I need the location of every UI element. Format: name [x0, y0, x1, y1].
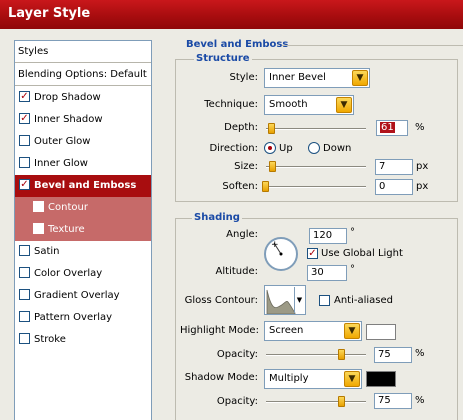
- style-label: Style:: [229, 72, 259, 83]
- style-item-color-overlay[interactable]: Color Overlay: [15, 263, 151, 285]
- satin-checkbox[interactable]: [19, 244, 30, 256]
- bevel-rule: [282, 45, 463, 46]
- size-slider-thumb[interactable]: [269, 161, 276, 172]
- style-select[interactable]: Inner Bevel ▼: [264, 68, 370, 88]
- altitude-unit: °: [350, 264, 355, 275]
- soften-label: Soften:: [222, 181, 258, 192]
- style-item-stroke[interactable]: Stroke: [15, 329, 151, 351]
- outer-glow-checkbox[interactable]: [19, 134, 30, 146]
- style-item-satin[interactable]: Satin: [15, 241, 151, 263]
- highlight-opacity-label: Opacity:: [216, 349, 258, 360]
- direction-label: Direction:: [209, 143, 258, 154]
- svg-text:+: +: [271, 240, 279, 250]
- shadow-opacity-unit: %: [415, 395, 425, 406]
- chevron-down-icon: ▼: [294, 287, 304, 313]
- gloss-contour-label: Gloss Contour:: [184, 295, 258, 306]
- size-label: Size:: [234, 161, 258, 172]
- direction-down-label: Down: [323, 143, 352, 154]
- styles-header[interactable]: Styles: [15, 41, 151, 63]
- depth-slider-thumb[interactable]: [268, 123, 275, 134]
- style-item-outer-glow[interactable]: Outer Glow: [15, 131, 151, 153]
- anti-aliased-checkbox[interactable]: [319, 295, 330, 306]
- soften-input[interactable]: 0: [375, 179, 413, 195]
- chevron-down-icon: ▼: [336, 97, 352, 113]
- direction-up-radio[interactable]: [264, 142, 276, 154]
- style-item-pattern-overlay[interactable]: Pattern Overlay: [15, 307, 151, 329]
- style-item-gradient-overlay[interactable]: Gradient Overlay: [15, 285, 151, 307]
- shadow-mode-select[interactable]: Multiply ▼: [264, 369, 362, 389]
- altitude-label: Altitude:: [215, 266, 258, 277]
- highlight-opacity-track[interactable]: [266, 354, 366, 356]
- depth-unit: %: [415, 122, 425, 133]
- angle-input[interactable]: 120: [309, 228, 347, 244]
- direction-up-label: Up: [279, 143, 293, 154]
- technique-label: Technique:: [204, 99, 258, 110]
- style-item-contour[interactable]: Contour: [15, 197, 151, 219]
- anti-aliased-label: Anti-aliased: [334, 295, 394, 306]
- highlight-opacity-unit: %: [415, 348, 425, 359]
- inner-shadow-checkbox[interactable]: ✓: [19, 112, 30, 124]
- style-item-drop-shadow[interactable]: ✓ Drop Shadow: [15, 87, 151, 109]
- chevron-down-icon: ▼: [352, 70, 368, 86]
- bevel-emboss-title: Bevel and Emboss: [186, 39, 289, 50]
- texture-checkbox[interactable]: [33, 222, 44, 234]
- use-global-light-checkbox[interactable]: ✓: [307, 248, 318, 259]
- gloss-contour-picker[interactable]: ▼: [264, 285, 306, 315]
- dialog-title: Layer Style: [0, 0, 463, 29]
- use-global-light-label: Use Global Light: [321, 248, 403, 259]
- drop-shadow-checkbox[interactable]: ✓: [19, 90, 30, 102]
- inner-glow-checkbox[interactable]: [19, 156, 30, 168]
- size-input[interactable]: 7: [375, 159, 413, 175]
- highlight-color-swatch[interactable]: [366, 324, 396, 340]
- highlight-opacity-input[interactable]: 75: [374, 347, 412, 363]
- highlight-opacity-thumb[interactable]: [338, 349, 345, 360]
- gradient-overlay-checkbox[interactable]: [19, 288, 30, 300]
- angle-label: Angle:: [226, 229, 258, 240]
- soften-unit: px: [416, 181, 429, 192]
- style-item-inner-shadow[interactable]: ✓ Inner Shadow: [15, 109, 151, 131]
- styles-list: Styles Blending Options: Default ✓ Drop S…: [14, 40, 152, 420]
- depth-label: Depth:: [224, 122, 258, 133]
- technique-select[interactable]: Smooth ▼: [264, 95, 354, 115]
- style-item-inner-glow[interactable]: Inner Glow: [15, 153, 151, 175]
- angle-indicator-icon: +: [271, 240, 283, 256]
- depth-slider-track[interactable]: [266, 128, 366, 130]
- bevel-emboss-checkbox[interactable]: ✓: [19, 178, 30, 190]
- shadow-opacity-thumb[interactable]: [338, 396, 345, 407]
- style-item-bevel-and-emboss[interactable]: ✓ Bevel and Emboss: [15, 175, 151, 197]
- stroke-checkbox[interactable]: [19, 332, 30, 344]
- altitude-input[interactable]: 30: [307, 265, 347, 281]
- angle-wheel[interactable]: +: [264, 237, 298, 271]
- blending-options-item[interactable]: Blending Options: Default: [15, 64, 151, 86]
- pattern-overlay-checkbox[interactable]: [19, 310, 30, 322]
- shadow-opacity-input[interactable]: 75: [374, 393, 412, 409]
- shading-title: Shading: [192, 212, 242, 223]
- structure-title: Structure: [194, 53, 252, 64]
- chevron-down-icon: ▼: [344, 323, 360, 339]
- shadow-mode-label: Shadow Mode:: [184, 372, 258, 383]
- style-item-texture[interactable]: Texture: [15, 219, 151, 241]
- size-unit: px: [416, 161, 429, 172]
- contour-checkbox[interactable]: [33, 200, 44, 212]
- direction-down-radio[interactable]: [308, 142, 320, 154]
- highlight-mode-select[interactable]: Screen ▼: [264, 321, 362, 341]
- shadow-color-swatch[interactable]: [366, 371, 396, 387]
- contour-curve-icon: [266, 289, 296, 314]
- angle-unit: °: [350, 227, 355, 238]
- shadow-opacity-track[interactable]: [266, 401, 366, 403]
- size-slider-track[interactable]: [266, 166, 366, 168]
- shadow-opacity-label: Opacity:: [216, 396, 258, 407]
- soften-slider-thumb[interactable]: [262, 181, 269, 192]
- color-overlay-checkbox[interactable]: [19, 266, 30, 278]
- highlight-mode-label: Highlight Mode:: [180, 325, 259, 336]
- soften-slider-track[interactable]: [266, 186, 366, 188]
- depth-input[interactable]: 61: [376, 120, 408, 136]
- chevron-down-icon: ▼: [344, 371, 360, 387]
